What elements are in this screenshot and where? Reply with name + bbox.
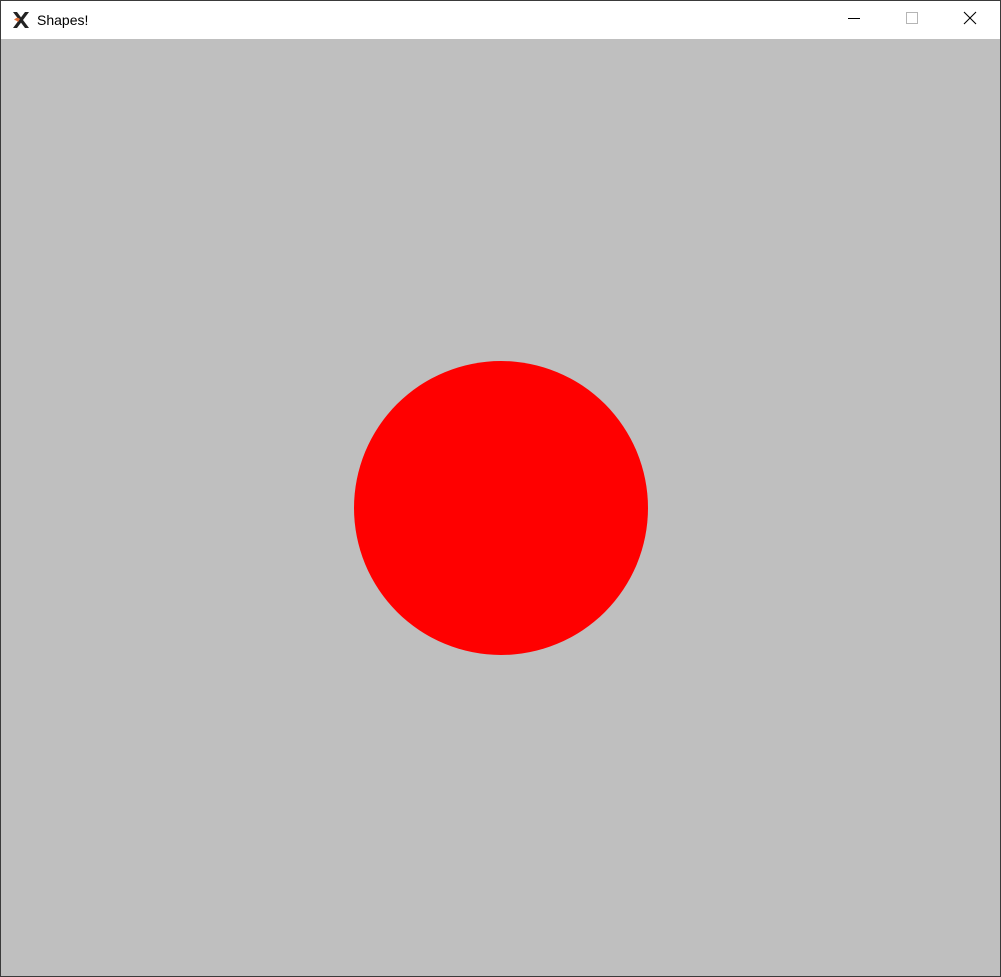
- minimize-icon: [848, 11, 860, 29]
- app-window: Shapes!: [0, 0, 1001, 977]
- minimize-button[interactable]: [831, 1, 877, 39]
- drawing-canvas[interactable]: [1, 39, 1000, 976]
- title-bar[interactable]: Shapes!: [1, 1, 1000, 39]
- canvas-svg: [354, 361, 648, 655]
- x-logo-icon: [11, 10, 31, 30]
- maximize-icon: [906, 11, 918, 29]
- maximize-button[interactable]: [889, 1, 935, 39]
- red-circle: [354, 361, 648, 655]
- close-icon: [963, 11, 977, 30]
- window-title: Shapes!: [37, 12, 89, 28]
- close-button[interactable]: [947, 1, 993, 39]
